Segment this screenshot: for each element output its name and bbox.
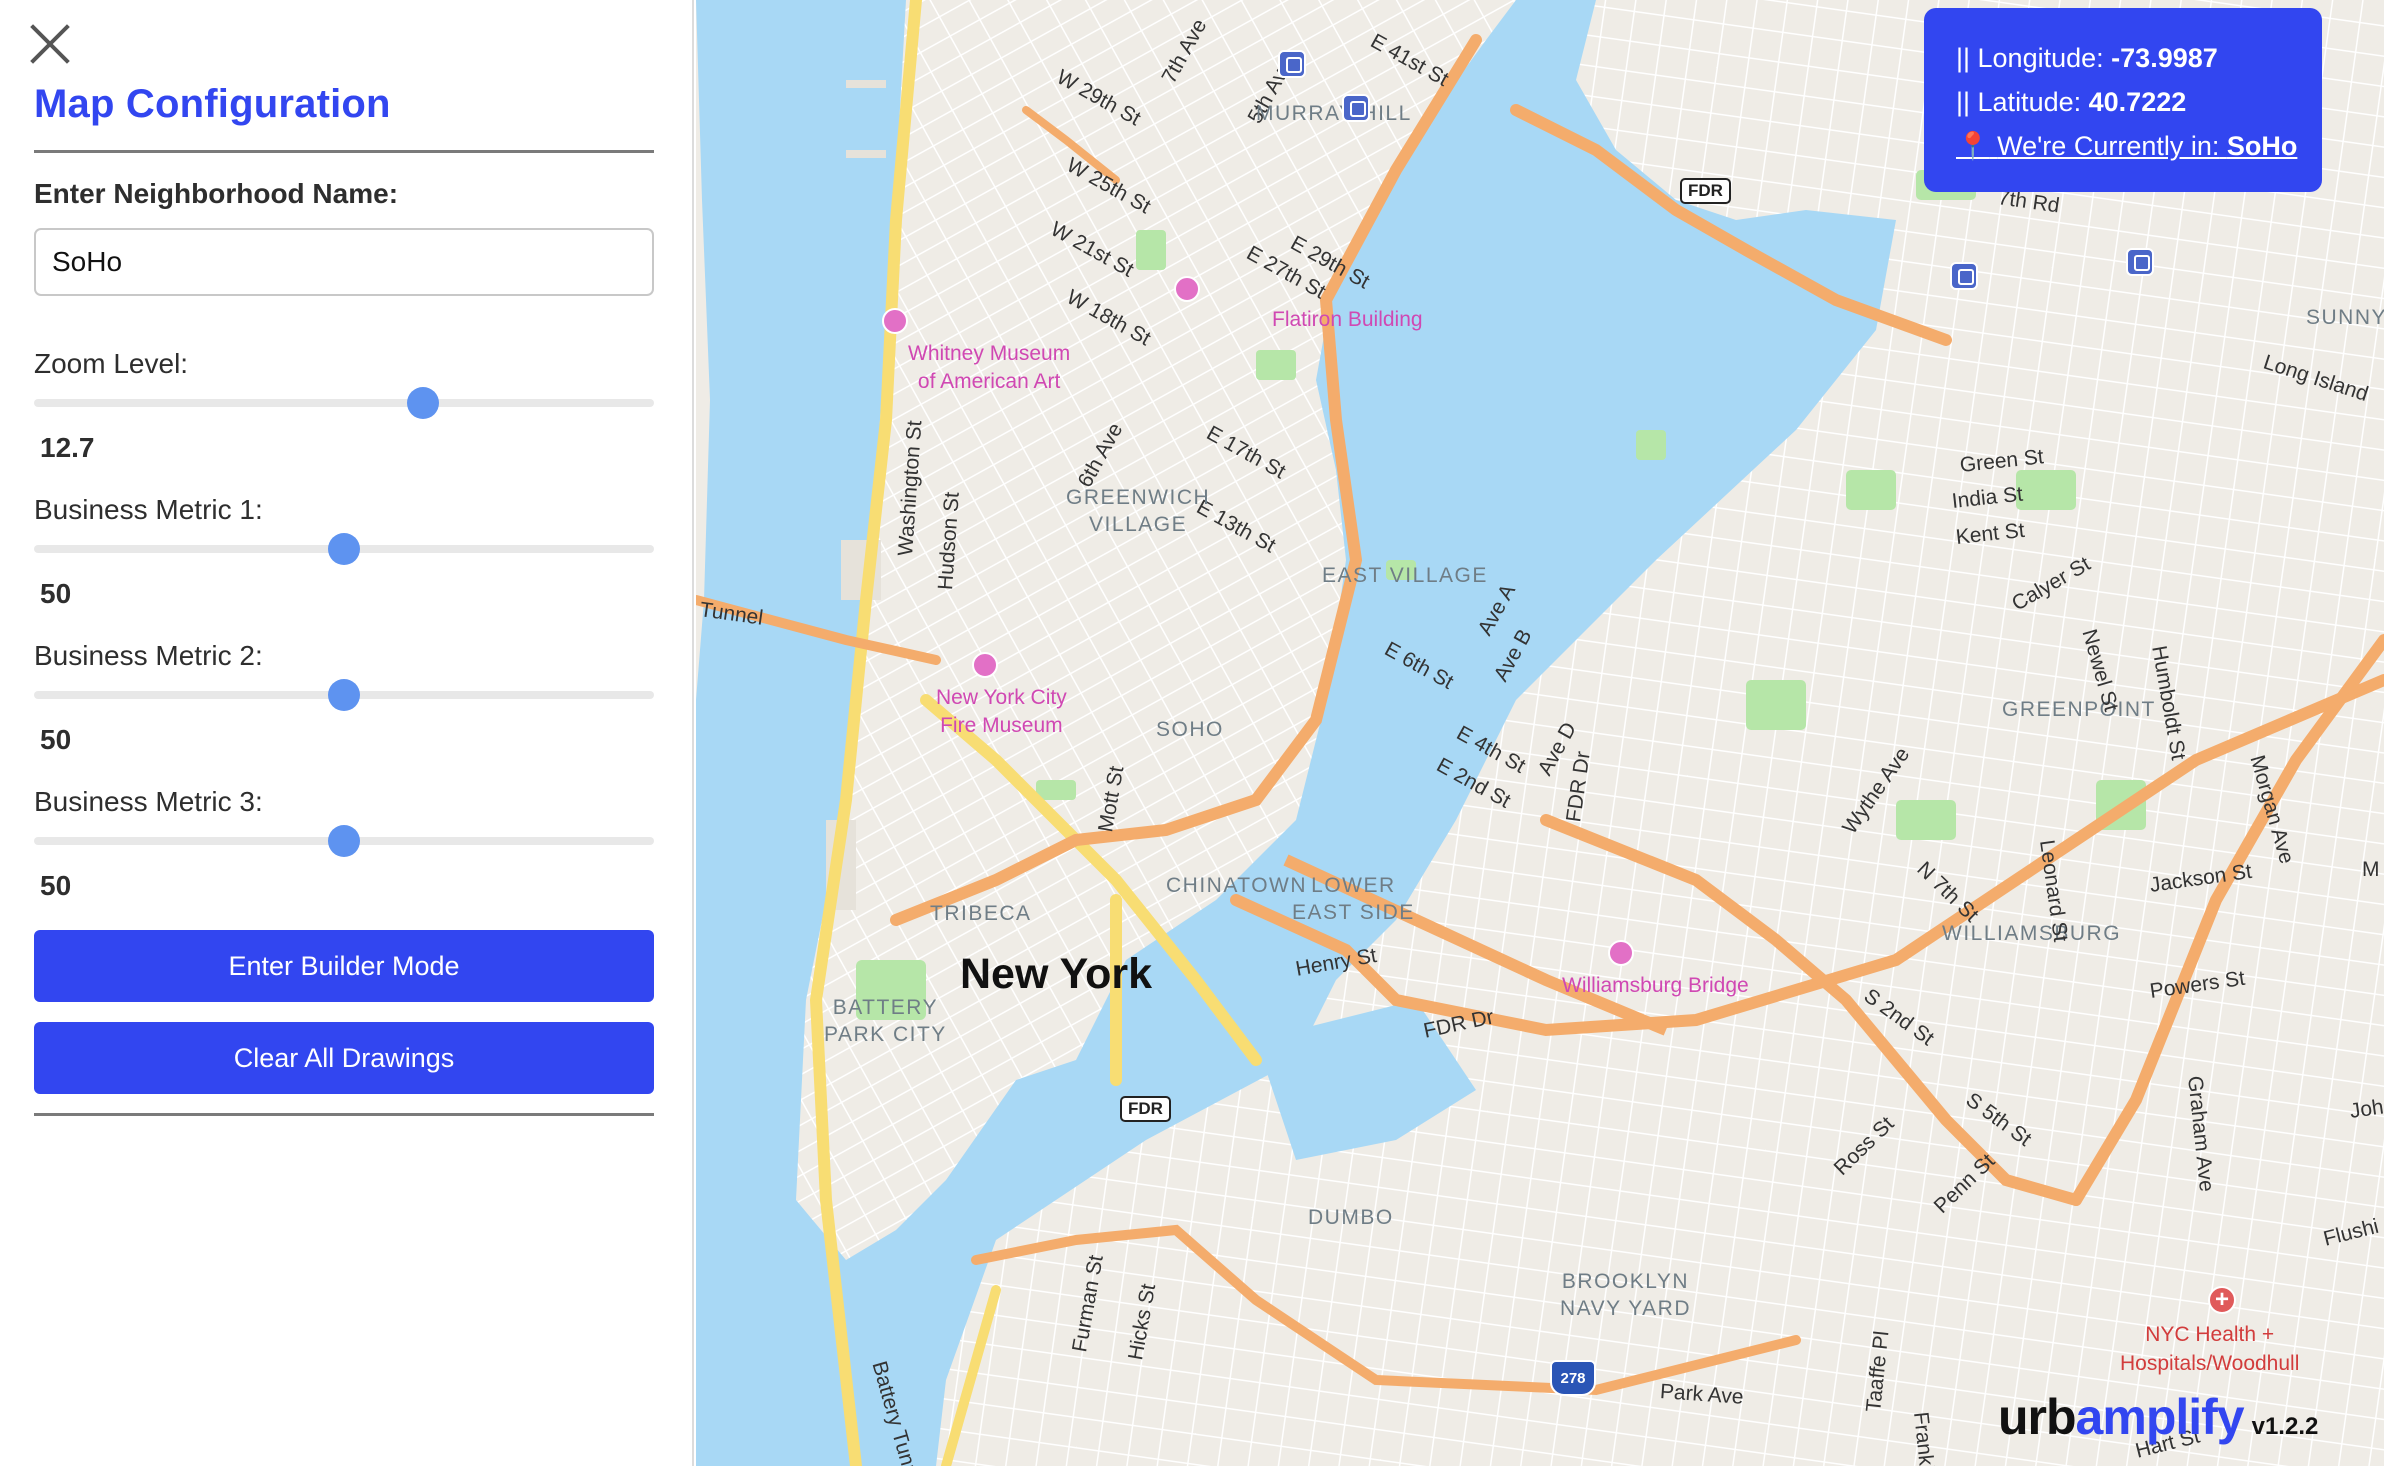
metric2-label: Business Metric 2: bbox=[34, 640, 263, 671]
city-label: New York bbox=[960, 950, 1152, 998]
neighborhood-label: TRIBECA bbox=[930, 902, 1032, 925]
neighborhood-label: GREENWICH VILLAGE bbox=[1066, 486, 1211, 536]
poi-label[interactable]: New York City Fire Museum bbox=[936, 684, 1067, 740]
location-info-box: || Longitude: -73.9987 || Latitude: 40.7… bbox=[1924, 8, 2322, 192]
slider-thumb[interactable] bbox=[406, 387, 439, 419]
close-icon[interactable] bbox=[28, 22, 72, 66]
neighborhood-label: SUNNYS bbox=[2306, 306, 2384, 329]
subway-icon[interactable] bbox=[1278, 50, 1306, 78]
metric1-value: 50 bbox=[40, 578, 72, 609]
poi-label[interactable]: Flatiron Building bbox=[1272, 306, 1423, 334]
subway-icon[interactable] bbox=[1950, 262, 1978, 290]
metric2-slider[interactable] bbox=[34, 675, 654, 715]
brand-urb: urb bbox=[1998, 1389, 2077, 1445]
zoom-slider[interactable] bbox=[34, 383, 654, 423]
pin-icon: 📍 bbox=[1956, 131, 1990, 161]
interstate-shield: 278 bbox=[1550, 1360, 1596, 1396]
camera-icon[interactable] bbox=[1174, 276, 1200, 302]
builder-mode-button[interactable]: Enter Builder Mode bbox=[34, 930, 654, 1002]
current-location-link[interactable]: 📍 We're Currently in: SoHo bbox=[1956, 124, 2322, 168]
neighborhood-label: EAST VILLAGE bbox=[1322, 564, 1488, 587]
neighborhood-label: BATTERY PARK CITY bbox=[824, 996, 947, 1046]
street-label: M bbox=[2362, 858, 2380, 881]
slider-track bbox=[34, 399, 654, 407]
brand-amplify: amplify bbox=[2075, 1389, 2245, 1445]
slider-thumb[interactable] bbox=[328, 679, 360, 711]
neighborhood-label: BROOKLYN NAVY YARD bbox=[1560, 1270, 1691, 1320]
longitude-label: || Longitude: bbox=[1956, 43, 2104, 73]
slider-thumb[interactable] bbox=[328, 825, 360, 857]
poi-label[interactable]: NYC Health + Hospitals/Woodhull bbox=[2120, 1320, 2299, 1378]
config-panel: Map Configuration Enter Neighborhood Nam… bbox=[0, 0, 694, 1466]
neighborhood-label: CHINATOWN bbox=[1166, 874, 1308, 897]
brand-logo: urbamplify v1.2.2 bbox=[1998, 1388, 2318, 1446]
title-divider bbox=[34, 150, 654, 153]
latitude-label: || Latitude: bbox=[1956, 87, 2082, 117]
latitude-value: 40.7222 bbox=[2088, 87, 2187, 117]
fdr-shield: FDR bbox=[1680, 178, 1731, 204]
longitude-row: || Longitude: -73.9987 bbox=[1956, 36, 2322, 80]
metric3-label: Business Metric 3: bbox=[34, 786, 263, 817]
current-location-value: SoHo bbox=[2226, 131, 2298, 161]
bridge-icon[interactable] bbox=[1608, 940, 1634, 966]
latitude-row: || Latitude: 40.7222 bbox=[1956, 80, 2322, 124]
version-label: v1.2.2 bbox=[2251, 1413, 2319, 1440]
museum-icon[interactable] bbox=[972, 652, 998, 678]
metric3-slider[interactable] bbox=[34, 821, 654, 861]
panel-title: Map Configuration bbox=[34, 82, 391, 126]
museum-icon[interactable] bbox=[882, 308, 908, 334]
poi-label[interactable]: Williamsburg Bridge bbox=[1562, 972, 1749, 1000]
clear-drawings-button[interactable]: Clear All Drawings bbox=[34, 1022, 654, 1094]
map-view[interactable]: W 29th St W 25th St W 21st St W 18th St … bbox=[696, 0, 2384, 1466]
metric2-value: 50 bbox=[40, 724, 72, 755]
current-location-label: We're Currently in: bbox=[1997, 131, 2220, 161]
metric1-slider[interactable] bbox=[34, 529, 654, 569]
neighborhood-label: SOHO bbox=[1156, 718, 1224, 741]
metric1-label: Business Metric 1: bbox=[34, 494, 263, 525]
neighborhood-label: Enter Neighborhood Name: bbox=[34, 178, 399, 209]
fdr-shield: FDR bbox=[1120, 1096, 1171, 1122]
subway-icon[interactable] bbox=[2126, 248, 2154, 276]
neighborhood-label: DUMBO bbox=[1308, 1206, 1394, 1229]
metric3-value: 50 bbox=[40, 870, 72, 901]
slider-thumb[interactable] bbox=[328, 533, 360, 565]
street-label: Joh bbox=[2348, 1095, 2384, 1123]
hospital-icon[interactable]: + bbox=[2208, 1286, 2236, 1314]
bottom-divider bbox=[34, 1113, 654, 1116]
longitude-value: -73.9987 bbox=[2111, 43, 2218, 73]
neighborhood-input[interactable] bbox=[34, 228, 654, 296]
zoom-label: Zoom Level: bbox=[34, 348, 189, 379]
subway-icon[interactable] bbox=[1342, 94, 1370, 122]
neighborhood-label: MURRAY HILL bbox=[1256, 102, 1412, 125]
neighborhood-label: GREENPOINT bbox=[2002, 698, 2156, 721]
zoom-value: 12.7 bbox=[40, 432, 95, 463]
neighborhood-label: LOWER EAST SIDE bbox=[1292, 874, 1415, 924]
poi-label[interactable]: Whitney Museum of American Art bbox=[908, 340, 1070, 396]
